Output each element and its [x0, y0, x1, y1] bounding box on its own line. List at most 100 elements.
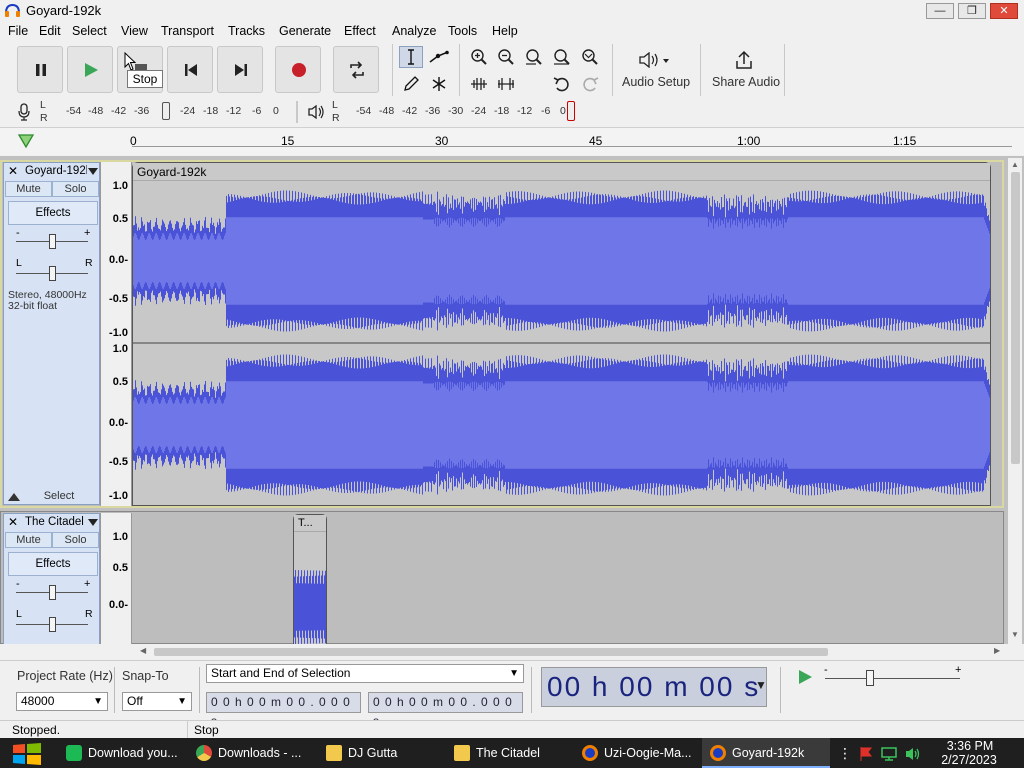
speaker-icon[interactable] [307, 104, 325, 120]
clip-title[interactable]: Goyard-192k [137, 165, 206, 179]
collapse-track-icon[interactable] [8, 492, 20, 501]
selection-mode-select[interactable]: Start and End of Selection ▼ [206, 664, 524, 683]
taskbar-item[interactable]: The Citadel [446, 738, 574, 768]
fit-project-button[interactable] [550, 46, 574, 68]
share-audio-label: Share Audio [712, 75, 781, 89]
close-button[interactable]: ✕ [990, 3, 1018, 19]
clip-title[interactable]: T... [298, 517, 313, 529]
track-menu-chevron-icon[interactable] [88, 168, 98, 175]
waveform-small[interactable] [294, 532, 326, 645]
amplitude-tick: 0.0- [109, 254, 128, 266]
close-track-icon[interactable]: ✕ [6, 515, 20, 529]
menu-view[interactable]: View [121, 24, 148, 38]
more-icon[interactable]: ⋮ [838, 744, 852, 762]
selection-end-time[interactable]: 0 0 h 0 0 m 0 0 . 0 0 0 s [368, 692, 523, 728]
gain-slider[interactable] [49, 234, 56, 249]
record-meter[interactable]: -54 -48 -42 -36 -24 -18 -12 -6 0 [50, 100, 290, 122]
effects-button[interactable]: Effects [8, 552, 98, 576]
taskbar-item[interactable]: Uzi-Oogie-Ma... [574, 738, 702, 768]
menu-generate[interactable]: Generate [279, 24, 331, 38]
minimize-button[interactable]: — [926, 3, 954, 19]
skip-to-start-button[interactable] [167, 46, 213, 93]
audio-position-display[interactable]: 00 h 00 m 00 s ▼ [541, 667, 767, 707]
pause-button[interactable] [17, 46, 63, 93]
horizontal-scroll-thumb[interactable] [154, 648, 828, 656]
vertical-scrollbar[interactable]: ▲ ▼ [1008, 158, 1022, 644]
loop-button[interactable] [333, 46, 379, 93]
skip-to-end-button[interactable] [217, 46, 263, 93]
pin-playhead-icon[interactable] [17, 133, 35, 149]
audio-clip-small[interactable]: T... [293, 514, 327, 644]
pan-slider[interactable] [49, 266, 56, 281]
track-name[interactable]: The Citadel 1 [25, 516, 87, 530]
timeline-ruler[interactable]: 0 15 30 45 1:00 1:15 [0, 127, 1024, 155]
play-speed-slider[interactable] [866, 670, 874, 686]
microphone-icon[interactable] [17, 103, 31, 121]
solo-button[interactable]: Solo [52, 532, 99, 548]
playback-meter[interactable]: -54 -48 -42 -36 -30 -24 -18 -12 -6 0 [342, 100, 582, 122]
trim-button[interactable] [467, 73, 491, 95]
silence-button[interactable] [494, 73, 518, 95]
pan-slider[interactable] [49, 617, 56, 632]
redo-button[interactable] [578, 73, 602, 95]
menu-analyze[interactable]: Analyze [392, 24, 436, 38]
meter-toolbar: L R -54 -48 -42 -36 -24 -18 -12 -6 0 L R… [0, 99, 600, 125]
undo-button[interactable] [550, 73, 574, 95]
selection-mode-value: Start and End of Selection [211, 666, 351, 680]
play-button[interactable] [67, 46, 113, 93]
selection-start-time[interactable]: 0 0 h 0 0 m 0 0 . 0 0 0 s [206, 692, 361, 728]
waveform[interactable] [133, 181, 990, 505]
menu-bar: File Edit Select View Transport Tracks G… [0, 22, 1024, 42]
taskbar-item-active[interactable]: Goyard-192k [702, 738, 830, 768]
zoom-in-button[interactable] [467, 46, 491, 68]
track-menu-chevron-icon[interactable] [88, 519, 98, 526]
mute-button[interactable]: Mute [5, 181, 52, 197]
clock-time[interactable]: 3:36 PM [940, 739, 1000, 753]
play-at-speed-icon[interactable] [795, 667, 815, 687]
project-rate-select[interactable]: 48000 ▼ [16, 692, 108, 711]
fit-selection-button[interactable] [522, 46, 546, 68]
volume-icon[interactable] [904, 746, 922, 762]
menu-select[interactable]: Select [72, 24, 107, 38]
menu-transport[interactable]: Transport [161, 24, 214, 38]
record-level-slider[interactable] [162, 102, 170, 120]
record-button[interactable] [275, 46, 321, 93]
envelope-tool-button[interactable] [427, 46, 451, 68]
menu-tracks[interactable]: Tracks [228, 24, 265, 38]
menu-file[interactable]: File [8, 24, 28, 38]
selection-tool-button[interactable] [399, 46, 423, 68]
mute-button[interactable]: Mute [5, 532, 52, 548]
amplitude-tick: 1.0 [112, 343, 128, 355]
windows-start-icon[interactable] [10, 742, 44, 766]
horizontal-scrollbar[interactable]: ◀ ▶ [132, 645, 1008, 659]
asterisk-icon [432, 77, 446, 91]
audio-clip[interactable]: Goyard-192k [132, 162, 991, 506]
taskbar-item[interactable]: DJ Gutta [318, 738, 446, 768]
taskbar-item[interactable]: Download you... [58, 738, 186, 768]
zoom-out-button[interactable] [494, 46, 518, 68]
draw-tool-button[interactable] [399, 73, 423, 95]
multi-tool-button[interactable] [427, 73, 451, 95]
clock-date[interactable]: 2/27/2023 [936, 753, 1002, 767]
flag-icon[interactable] [858, 746, 874, 762]
vertical-scroll-thumb[interactable] [1011, 172, 1020, 464]
select-track-button[interactable]: Select [24, 489, 94, 505]
menu-edit[interactable]: Edit [39, 24, 61, 38]
close-track-icon[interactable]: ✕ [6, 164, 20, 178]
play-meter-tick: -18 [494, 105, 510, 117]
menu-help[interactable]: Help [492, 24, 518, 38]
gain-slider[interactable] [49, 585, 56, 600]
network-icon[interactable] [880, 746, 898, 762]
effects-button[interactable]: Effects [8, 201, 98, 225]
menu-tools[interactable]: Tools [448, 24, 477, 38]
menu-effect[interactable]: Effect [344, 24, 376, 38]
taskbar-item[interactable]: Downloads - ... [188, 738, 316, 768]
maximize-button[interactable]: ❐ [958, 3, 986, 19]
snap-to-select[interactable]: Off ▼ [122, 692, 192, 711]
audio-setup-button[interactable]: Audio Setup [618, 46, 692, 94]
share-audio-button[interactable]: Share Audio [706, 46, 782, 94]
track-name[interactable]: Goyard-192k [25, 165, 87, 179]
solo-button[interactable]: Solo [52, 181, 99, 197]
playback-level-slider[interactable] [567, 101, 575, 121]
zoom-toggle-button[interactable] [578, 46, 602, 68]
